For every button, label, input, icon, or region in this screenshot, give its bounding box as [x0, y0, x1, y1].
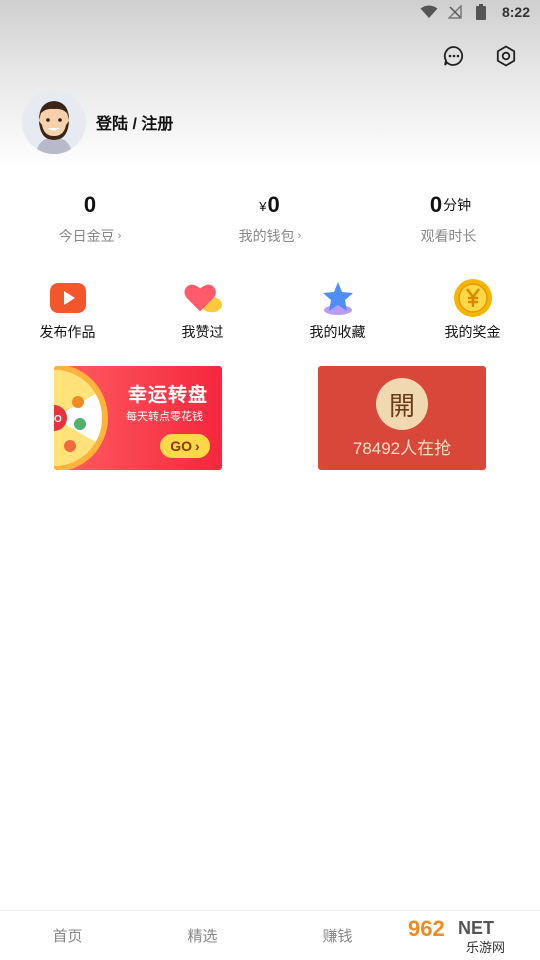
- stat-value: 0: [429, 192, 443, 217]
- promo-banners: GO 幸运转盘 每天转点零花钱 GO › 開 78492人在抢: [0, 366, 540, 472]
- go-button[interactable]: GO ›: [160, 434, 210, 458]
- stat-label: 我的钱包: [238, 228, 295, 244]
- chevron-right-icon: ›: [297, 230, 302, 242]
- gold-coin-icon: [453, 278, 493, 318]
- star-icon: [318, 278, 358, 318]
- red-packet-count-text: 78492人在抢: [352, 439, 452, 458]
- action-liked[interactable]: 我赞过: [135, 278, 270, 342]
- wifi-icon: [420, 4, 438, 20]
- wheel-subtitle: 每天转点零花钱: [126, 411, 203, 423]
- svg-text:962: 962: [408, 916, 445, 941]
- tab-home[interactable]: 首页: [0, 911, 135, 960]
- stat-value-wrap: ¥ 0: [180, 186, 360, 218]
- svg-text:乐游网: 乐游网: [466, 941, 505, 956]
- tab-featured[interactable]: 精选: [135, 911, 270, 960]
- red-packet-banner[interactable]: 開 78492人在抢: [318, 366, 486, 470]
- stat-suffix: 分钟: [443, 197, 472, 213]
- action-shortcuts: 发布作品 我赞过 我的收藏 我的奖金: [0, 278, 540, 342]
- stat-value: 0: [267, 192, 280, 217]
- action-publish[interactable]: 发布作品: [0, 278, 135, 342]
- profile-login[interactable]: 登陆 / 注册: [22, 90, 173, 154]
- stat-label: 今日金豆: [58, 228, 115, 244]
- message-icon[interactable]: [442, 44, 466, 68]
- stat-value-wrap: 0: [0, 186, 180, 218]
- action-label: 发布作品: [39, 324, 96, 340]
- status-time: 8:22: [501, 4, 530, 20]
- avatar[interactable]: [22, 90, 86, 154]
- wheel-title: 幸运转盘: [128, 385, 209, 406]
- go-arrow-icon: ›: [195, 438, 200, 454]
- settings-icon[interactable]: [494, 44, 518, 68]
- heart-icon: [183, 278, 223, 318]
- stat-value: 0: [83, 192, 97, 217]
- open-packet-badge[interactable]: 開: [376, 378, 428, 430]
- tab-earn[interactable]: 赚钱: [270, 911, 405, 960]
- action-label: 我的收藏: [309, 324, 366, 340]
- go-label: GO: [170, 438, 193, 454]
- svg-text:NET: NET: [458, 918, 494, 938]
- status-bar: 8:22: [0, 0, 540, 24]
- stat-gold-beans[interactable]: 0 今日金豆 ›: [0, 186, 180, 246]
- stat-label-wrap: 今日金豆 ›: [0, 226, 180, 246]
- stat-watch-time: 0 分钟 观看时长: [360, 186, 540, 246]
- chevron-right-icon: ›: [117, 230, 122, 242]
- stat-label-wrap: 我的钱包 ›: [180, 226, 360, 246]
- lucky-wheel-graphic: GO: [54, 366, 108, 470]
- stat-label: 观看时长: [420, 228, 477, 244]
- publish-play-icon: [48, 278, 88, 318]
- lucky-wheel-banner[interactable]: GO 幸运转盘 每天转点零花钱 GO ›: [54, 366, 222, 470]
- battery-icon: [472, 4, 490, 20]
- action-favorites[interactable]: 我的收藏: [270, 278, 405, 342]
- action-bonus[interactable]: 我的奖金: [405, 278, 540, 342]
- no-signal-icon: [446, 4, 464, 20]
- stat-label-wrap: 观看时长: [360, 226, 540, 246]
- stats-row: 0 今日金豆 › ¥ 0 我的钱包 › 0 分钟 观看时长: [0, 186, 540, 246]
- login-register-label[interactable]: 登陆 / 注册: [96, 110, 173, 134]
- svg-text:GO: GO: [54, 414, 62, 425]
- watermark-logo: 962 NET 乐游网: [402, 912, 536, 956]
- header-icons: [442, 44, 518, 68]
- stat-value-wrap: 0 分钟: [360, 186, 540, 218]
- stat-prefix: ¥: [259, 199, 267, 214]
- action-label: 我的奖金: [444, 324, 501, 340]
- action-label: 我赞过: [181, 324, 224, 340]
- stat-wallet[interactable]: ¥ 0 我的钱包 ›: [180, 186, 360, 246]
